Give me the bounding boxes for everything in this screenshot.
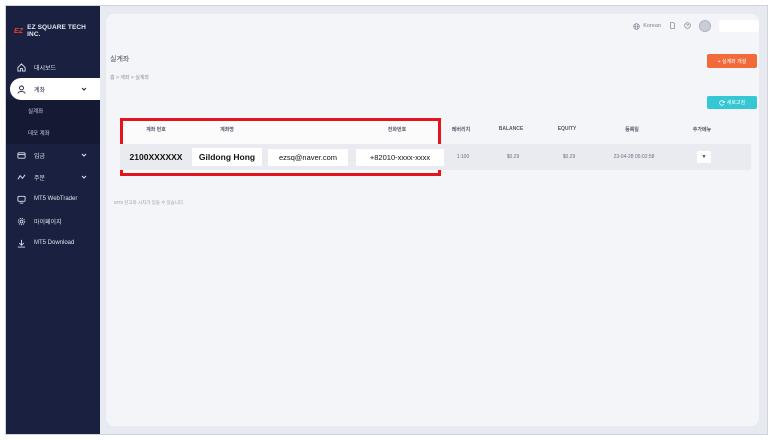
header-account-no[interactable]: 계좌 번호: [120, 126, 192, 133]
header-phone[interactable]: 전화번호: [352, 126, 442, 133]
submenu-item-demo-account[interactable]: 데모 계좌: [6, 122, 100, 144]
globe-icon: [633, 22, 640, 30]
sidebar-item-label: 입금: [34, 153, 46, 160]
submenu-item-live-account[interactable]: 실계좌: [6, 100, 100, 122]
home-icon: [16, 62, 26, 72]
help-icon[interactable]: [684, 21, 691, 31]
table-row[interactable]: 2100XXXXXX Gildong Hong ezsq@naver.com +…: [120, 144, 751, 170]
brand-logo[interactable]: EZ EZ SQUARE TECH INC.: [14, 24, 100, 38]
header-balance[interactable]: BALANCE: [480, 126, 542, 132]
header-account-name[interactable]: 계좌명: [192, 126, 262, 133]
chevron-down-icon: [81, 175, 87, 179]
monitor-icon: [16, 194, 26, 204]
table-header: 계좌 번호 계좌명 전화번호 레버리지 BALANCE EQUITY 등록일 추…: [120, 118, 751, 140]
sidebar-item-order[interactable]: 주문: [6, 166, 100, 188]
sidebar-item-label: 계좌: [34, 87, 46, 94]
cell-leverage: 1:100: [456, 154, 470, 160]
more-menu-button[interactable]: ▼: [697, 151, 711, 163]
account-table: 계좌 번호 계좌명 전화번호 레버리지 BALANCE EQUITY 등록일 추…: [120, 118, 751, 170]
breadcrumb: 홈 > 계좌 > 실계좌: [110, 75, 149, 81]
cell-phone: +82010-xxxx-xxxx: [356, 148, 444, 166]
page-title: 실계좌: [110, 56, 130, 63]
download-icon: [16, 238, 26, 248]
sidebar-item-label: 주문: [34, 175, 46, 182]
language-label: Korean: [643, 23, 661, 29]
brand-name: EZ SQUARE TECH INC.: [27, 24, 86, 38]
main-area: Korean 실계좌 홈 > 계좌 > 실계좌 + 실계좌 개설 새로고침 MT…: [100, 6, 767, 434]
sidebar-item-mypage[interactable]: 마이페이지: [6, 210, 100, 232]
cell-account-name: Gildong Hong: [192, 148, 262, 166]
cell-email: ezsq@naver.com: [268, 148, 348, 166]
header-more[interactable]: 추가메뉴: [672, 126, 732, 133]
balance-notice: MT5 잔고와 시차가 있을 수 있습니다.: [114, 200, 185, 205]
sidebar-item-download[interactable]: MT5 Download: [6, 232, 100, 254]
chevron-down-icon: [81, 87, 87, 91]
user-name-box[interactable]: [719, 20, 759, 32]
avatar[interactable]: [699, 20, 711, 32]
sidebar-item-label: 마이페이지: [34, 219, 62, 226]
header-leverage[interactable]: 레버리지: [442, 126, 480, 133]
account-submenu: 실계좌 데모 계좌: [6, 100, 100, 144]
header-registered[interactable]: 등록일: [592, 126, 672, 133]
sidebar-item-deposit[interactable]: 입금: [6, 144, 100, 166]
sidebar-item-label: 대시보드: [34, 65, 57, 72]
language-selector[interactable]: Korean: [633, 22, 661, 30]
content-panel: [106, 14, 759, 426]
app-window: EZ EZ SQUARE TECH INC. 대시보드 계좌 실계좌 데모 계좌: [5, 5, 768, 435]
cell-account-no: 2100XXXXXX: [129, 152, 183, 162]
topbar: Korean: [100, 6, 767, 46]
header-equity[interactable]: EQUITY: [542, 126, 592, 132]
open-live-account-button[interactable]: + 실계좌 개설: [707, 54, 757, 68]
cell-more: ▼: [674, 151, 734, 163]
sidebar: EZ EZ SQUARE TECH INC. 대시보드 계좌 실계좌 데모 계좌: [6, 6, 100, 434]
gear-icon: [16, 216, 26, 226]
sidebar-item-account[interactable]: 계좌: [10, 78, 100, 100]
sidebar-item-dashboard[interactable]: 대시보드: [6, 56, 100, 78]
sidebar-nav: 대시보드 계좌 실계좌 데모 계좌 입금 주문 MT5 WebTrader 마이…: [6, 56, 100, 254]
brand-mark: EZ: [14, 27, 24, 35]
sidebar-item-webtrader[interactable]: MT5 WebTrader: [6, 188, 100, 210]
cell-registered: 23-04-28 05:02:58: [613, 154, 655, 160]
refresh-icon: [719, 99, 725, 106]
refresh-button[interactable]: 새로고침: [707, 96, 757, 109]
user-icon: [16, 84, 26, 94]
wallet-icon: [16, 150, 26, 160]
refresh-button-label: 새로고침: [726, 100, 746, 106]
chevron-down-icon: [81, 153, 87, 157]
sidebar-item-label: MT5 WebTrader: [34, 196, 78, 202]
sidebar-item-label: MT5 Download: [34, 240, 75, 246]
chart-line-icon: [16, 172, 26, 182]
cell-balance: $0.29: [506, 154, 520, 160]
cell-equity: $0.29: [562, 154, 576, 160]
document-icon[interactable]: [669, 21, 676, 31]
